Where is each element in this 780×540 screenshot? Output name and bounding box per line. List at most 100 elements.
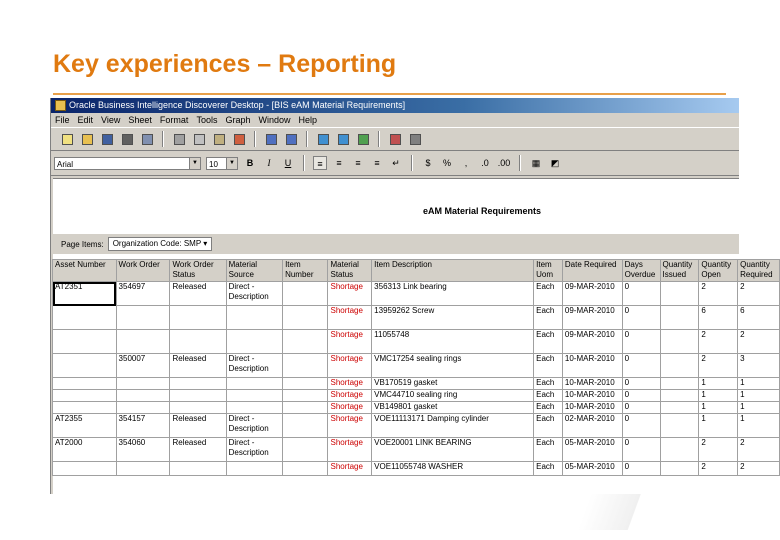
percent-format-button[interactable]: % <box>440 156 454 170</box>
menu-sheet[interactable]: Sheet <box>128 113 152 127</box>
menu-edit[interactable]: Edit <box>78 113 94 127</box>
table-cell[interactable] <box>52 401 117 414</box>
table-cell[interactable]: Direct - Description <box>225 353 284 378</box>
table-cell[interactable] <box>659 353 700 378</box>
table-cell[interactable] <box>52 461 117 476</box>
column-header[interactable]: Material Source <box>225 259 284 282</box>
table-row[interactable]: Shortage 11055748 Each 09-MAR-2010 0 2 2 <box>52 329 780 354</box>
table-cell[interactable] <box>282 377 329 390</box>
table-cell[interactable]: 10-MAR-2010 <box>561 401 623 414</box>
table-cell[interactable]: 09-MAR-2010 <box>561 329 623 354</box>
table-cell[interactable]: Each <box>533 281 563 306</box>
table-cell[interactable] <box>659 281 700 306</box>
open-button[interactable] <box>79 131 95 147</box>
table-cell[interactable] <box>659 461 700 476</box>
window-titlebar[interactable]: Oracle Business Intelligence Discoverer … <box>51 98 739 113</box>
table-cell[interactable] <box>169 377 227 390</box>
table-cell[interactable]: Shortage <box>327 329 373 354</box>
redo-button[interactable] <box>283 131 299 147</box>
table-cell[interactable]: VMC17254 sealing rings <box>371 353 535 378</box>
table-cell[interactable]: 2 <box>698 461 739 476</box>
decrease-decimal-button[interactable]: .00 <box>497 156 511 170</box>
table-cell[interactable] <box>659 413 700 438</box>
align-left-button[interactable]: ≡ <box>313 156 327 170</box>
table-cell[interactable] <box>225 329 284 354</box>
menu-help[interactable]: Help <box>298 113 317 127</box>
table-cell[interactable]: VOE11113171 Damping cylinder <box>371 413 535 438</box>
table-cell[interactable]: 13959262 Screw <box>371 305 535 330</box>
table-cell[interactable]: 2 <box>698 281 739 306</box>
align-right-button[interactable]: ≡ <box>351 156 365 170</box>
table-cell[interactable]: 354060 <box>115 437 171 462</box>
table-cell[interactable] <box>282 389 329 402</box>
table-row[interactable]: Shortage VB170519 gasket Each 10-MAR-2010 0 1… <box>52 377 780 390</box>
table-cell[interactable]: 1 <box>698 389 739 402</box>
print-preview-button[interactable] <box>139 131 155 147</box>
table-cell[interactable] <box>115 329 171 354</box>
currency-format-button[interactable]: $ <box>421 156 435 170</box>
paste-button[interactable] <box>211 131 227 147</box>
table-cell[interactable]: 1 <box>698 377 739 390</box>
table-cell[interactable]: 2 <box>737 281 780 306</box>
table-cell[interactable]: 1 <box>698 401 739 414</box>
table-row[interactable]: AT2355 354157 Released Direct - Description… <box>52 413 780 438</box>
wrap-text-button[interactable]: ↵ <box>389 156 403 170</box>
table-cell[interactable] <box>169 401 227 414</box>
bold-button[interactable]: B <box>243 156 257 170</box>
table-cell[interactable]: Each <box>533 389 563 402</box>
table-cell[interactable] <box>282 413 329 438</box>
table-cell[interactable]: Shortage <box>327 461 373 476</box>
column-header[interactable]: Item Number <box>282 259 329 282</box>
menu-view[interactable]: View <box>101 113 120 127</box>
sort-ascending-button[interactable] <box>315 131 331 147</box>
table-cell[interactable] <box>115 377 171 390</box>
table-cell[interactable]: 0 <box>621 329 661 354</box>
table-cell[interactable]: 356313 Link bearing <box>371 281 535 306</box>
new-workbook-button[interactable] <box>59 131 75 147</box>
table-cell[interactable]: 1 <box>737 377 780 390</box>
column-header[interactable]: Work Order Status <box>169 259 227 282</box>
column-header[interactable]: Days Overdue <box>621 259 661 282</box>
table-cell[interactable]: VB170519 gasket <box>371 377 535 390</box>
table-cell[interactable]: 10-MAR-2010 <box>561 353 623 378</box>
table-cell[interactable] <box>282 305 329 330</box>
table-cell[interactable]: 09-MAR-2010 <box>561 305 623 330</box>
align-center-button[interactable]: ≡ <box>332 156 346 170</box>
table-cell[interactable]: Each <box>533 377 563 390</box>
table-cell[interactable] <box>659 401 700 414</box>
table-cell[interactable]: Shortage <box>327 437 373 462</box>
table-cell[interactable]: 0 <box>621 353 661 378</box>
table-cell[interactable]: 09-MAR-2010 <box>561 281 623 306</box>
table-cell[interactable] <box>115 401 171 414</box>
table-cell[interactable]: Shortage <box>327 281 373 306</box>
undo-button[interactable] <box>263 131 279 147</box>
menu-tools[interactable]: Tools <box>196 113 217 127</box>
table-cell[interactable]: 2 <box>698 437 739 462</box>
table-cell[interactable]: VMC44710 sealing ring <box>371 389 535 402</box>
table-cell[interactable]: 02-MAR-2010 <box>561 413 623 438</box>
column-header[interactable]: Work Order <box>115 259 171 282</box>
table-row[interactable]: AT2000 354060 Released Direct - Description… <box>52 437 780 462</box>
page-items-select[interactable]: Organization Code: SMP ▾ <box>107 237 213 251</box>
underline-button[interactable]: U <box>281 156 295 170</box>
table-cell[interactable]: Shortage <box>327 389 373 402</box>
table-cell[interactable]: 1 <box>737 389 780 402</box>
table-cell[interactable]: Direct - Description <box>225 281 284 306</box>
table-row[interactable]: Shortage 13959262 Screw Each 09-MAR-2010 0 6 6 <box>52 305 780 330</box>
table-cell[interactable]: Each <box>533 413 563 438</box>
menu-format[interactable]: Format <box>160 113 189 127</box>
table-cell[interactable]: Each <box>533 461 563 476</box>
table-cell[interactable] <box>169 461 227 476</box>
table-cell[interactable]: AT2000 <box>52 437 117 462</box>
table-cell[interactable]: 11055748 <box>371 329 535 354</box>
table-cell[interactable]: 3 <box>737 353 780 378</box>
table-cell[interactable] <box>225 305 284 330</box>
table-cell[interactable]: Each <box>533 401 563 414</box>
table-cell[interactable]: 1 <box>737 401 780 414</box>
table-cell[interactable]: Shortage <box>327 305 373 330</box>
column-header[interactable]: Material Status <box>327 259 373 282</box>
table-cell[interactable]: 2 <box>737 329 780 354</box>
column-header[interactable]: Asset Number <box>52 259 117 282</box>
sort-descending-button[interactable] <box>335 131 351 147</box>
table-cell[interactable]: 05-MAR-2010 <box>561 437 623 462</box>
